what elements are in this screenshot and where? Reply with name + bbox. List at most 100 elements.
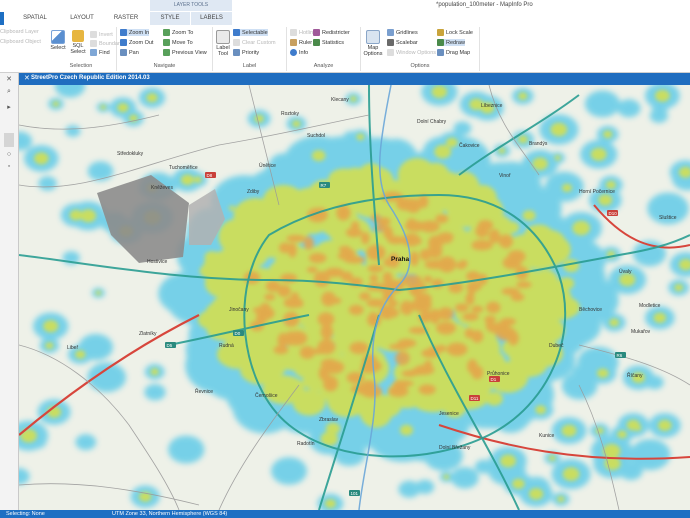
urban-dense [277, 284, 291, 298]
settlement-halo [649, 108, 669, 123]
settlement-core [674, 284, 684, 292]
status-selection: Selecting: None [6, 511, 45, 517]
road-shield: D0 [233, 330, 244, 336]
clipboard-layer-item[interactable]: Clipboard Layer [0, 29, 39, 35]
pan-button[interactable]: Pan [120, 49, 139, 56]
settlement-core [500, 454, 516, 468]
urban-dense [321, 291, 336, 307]
place-label: Dolní Chabry [417, 119, 447, 125]
tab-style[interactable]: STYLE [150, 12, 190, 25]
search-icon[interactable]: ⌕ [4, 88, 14, 96]
layer-tools-context-group: LAYER TOOLS [150, 0, 232, 11]
info-label: Info [299, 49, 309, 56]
gridlines-button[interactable]: Gridlines [387, 29, 418, 36]
clipboard-object-item[interactable]: Clipboard Object [0, 39, 41, 45]
place-label: Středokluky [117, 151, 144, 157]
map-options-button[interactable]: Map Options [362, 30, 384, 57]
hotlink-button[interactable]: Hotlink [290, 29, 316, 36]
tab-raster[interactable]: RASTER [108, 12, 144, 25]
road-shield: D8 [205, 172, 216, 178]
lock-scale-button[interactable]: Lock Scale [437, 29, 473, 36]
road-shield: 101 [349, 490, 360, 496]
priority-button[interactable]: Priority [233, 49, 259, 56]
urban-dense [467, 359, 478, 374]
navigate-group-label: Navigate [153, 63, 176, 69]
place-label: Řevnice [195, 387, 213, 395]
label-tool-button[interactable]: Label Tool [214, 30, 232, 57]
place-label: Rudná [219, 343, 234, 349]
map-window[interactable]: ✕ StreetPro Czech Republic Edition 2014.… [19, 73, 690, 510]
place-label: Jesenice [439, 411, 459, 417]
urban-dense [455, 303, 469, 312]
urban-dense [400, 300, 414, 315]
info-button[interactable]: Info [290, 49, 308, 56]
place-label: Horní Počernice [579, 189, 615, 195]
arrow-cursor-icon [51, 30, 65, 44]
place-label: Suchdol [307, 133, 325, 139]
place-label: Čakovice [459, 142, 480, 149]
zoom-out-button[interactable]: Zoom Out [120, 39, 153, 46]
zoom-in-button[interactable]: Zoom In [120, 29, 150, 36]
urban-dense [436, 321, 456, 335]
window-options-icon [387, 49, 394, 56]
urban-dense [375, 217, 391, 226]
previous-view-icon [163, 49, 170, 56]
sql-select-button[interactable]: SQL Select [68, 30, 88, 55]
tab-spatial[interactable]: SPATIAL [18, 12, 52, 25]
settlement-core [349, 96, 357, 102]
statistics-icon [313, 39, 320, 46]
info-icon [290, 49, 297, 56]
settlement-core [609, 318, 620, 327]
close-map-icon[interactable]: ✕ [24, 74, 30, 82]
invert-button[interactable]: Invert [90, 31, 113, 38]
redraw-button[interactable]: Redraw [437, 39, 465, 46]
urban-dense [395, 351, 410, 366]
settlement-core [400, 424, 413, 436]
tab-layout[interactable]: LAYOUT [64, 12, 100, 25]
settlement-core [605, 180, 616, 189]
redraw-label: Redraw [446, 39, 465, 46]
zoom-out-icon [120, 39, 127, 46]
settlement-core [443, 474, 450, 480]
settlement-core [311, 150, 326, 162]
previous-view-button[interactable]: Previous View [163, 49, 207, 56]
ruler-button[interactable]: Ruler [290, 39, 312, 46]
layer-visibility-icon[interactable]: ○ [4, 151, 14, 158]
settlement-core [518, 92, 528, 100]
settlement-core [617, 430, 627, 439]
select-button[interactable]: Select [49, 30, 67, 51]
move-to-button[interactable]: Move To [163, 39, 193, 46]
place-label: Dolní Břežany [439, 445, 471, 451]
hand-icon [120, 49, 127, 56]
statistics-button[interactable]: Statistics [313, 39, 344, 46]
scalebar-button[interactable]: Scalebar [387, 39, 418, 46]
panel-collapse-icon[interactable] [4, 133, 14, 147]
drag-map-icon [437, 49, 444, 56]
urban-dense [498, 234, 513, 248]
layer-tool-icon[interactable]: ▸ [4, 103, 14, 111]
map-window-tab[interactable]: ✕ StreetPro Czech Republic Edition 2014.… [19, 73, 690, 85]
settlement-halo [584, 90, 620, 118]
settlement-core [518, 135, 528, 144]
find-button[interactable]: Find [90, 49, 110, 56]
settlement-core [658, 419, 672, 431]
urban-dense [477, 220, 494, 231]
tab-labels[interactable]: LABELS [191, 12, 232, 25]
active-tab-edge[interactable] [0, 12, 4, 25]
urban-dense [348, 304, 364, 315]
settlement-core [52, 101, 60, 107]
redistricter-button[interactable]: Redistricter [313, 29, 350, 36]
window-options-button[interactable]: Window Options [387, 49, 436, 56]
find-label: Find [99, 49, 110, 56]
map-canvas[interactable]: Praha Hostivice Klecany Roztoky Suchdol Doln… [19, 85, 690, 510]
urban-mid [360, 397, 393, 428]
zoom-to-button[interactable]: Zoom To [163, 29, 193, 36]
status-projection: UTM Zone 33, Northern Hemisphere (WGS 84… [112, 511, 228, 517]
drag-map-button[interactable]: Drag Map [437, 49, 470, 56]
selection-group: Select SQL Select Invert Boundary Find S… [46, 27, 123, 71]
layer-edit-icon[interactable]: ▫ [4, 163, 14, 170]
clear-custom-button[interactable]: Clear Custom [233, 39, 276, 46]
road-shield: R7 [319, 182, 330, 188]
selectable-button[interactable]: Selectable [233, 29, 268, 36]
pin-icon[interactable]: ✕ [4, 75, 14, 83]
